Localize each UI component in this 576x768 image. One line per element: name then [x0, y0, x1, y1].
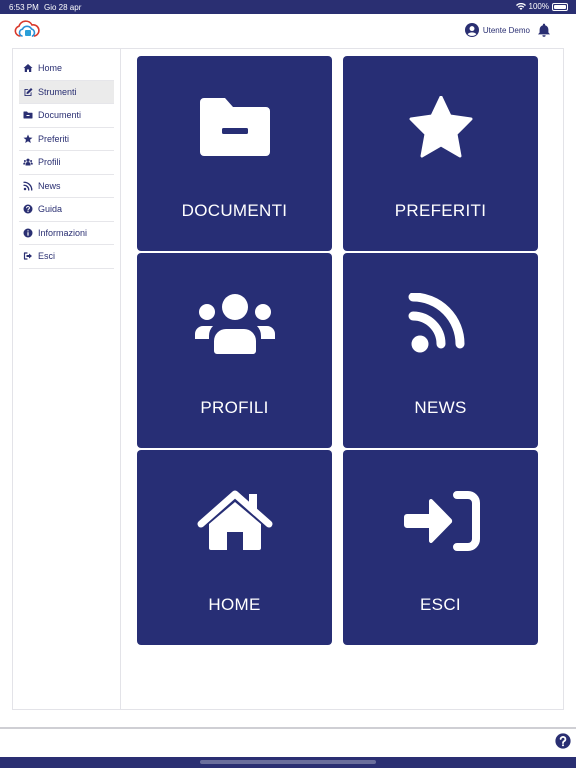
battery-percent: 100%	[528, 2, 549, 11]
status-time: 6:53 PM	[9, 3, 39, 12]
edit-icon	[24, 87, 33, 96]
folder-icon	[23, 111, 33, 119]
sidebar-item-label: Guida	[38, 204, 63, 215]
rss-icon	[408, 293, 464, 353]
sidebar-item-informazioni[interactable]: Informazioni	[19, 222, 114, 245]
tile-label: HOME	[208, 595, 261, 614]
status-date: Gio 28 apr	[44, 3, 82, 12]
tile-label: PREFERITI	[394, 201, 487, 220]
tile-profili[interactable]: PROFILI	[137, 253, 332, 448]
folder-minus-icon	[199, 98, 270, 156]
home-icon	[23, 64, 33, 73]
star-icon	[409, 96, 472, 158]
user-circle-icon	[464, 23, 479, 37]
info-circle-icon	[23, 228, 33, 238]
sign-out-icon	[23, 252, 32, 260]
battery-icon	[552, 2, 568, 11]
sign-in-icon	[403, 491, 480, 551]
tile-label: NEWS	[414, 398, 467, 417]
cloud-logo-icon[interactable]	[14, 20, 40, 40]
sidebar-item-label: Preferiti	[38, 133, 70, 144]
user-name: Utente Demo	[482, 25, 530, 35]
battery-fill	[554, 4, 566, 9]
home-indicator[interactable]	[200, 760, 376, 764]
sidebar-item-profili[interactable]: Profili	[19, 151, 114, 175]
home-icon	[197, 490, 272, 550]
users-icon	[194, 294, 275, 354]
app-header: Utente Demo	[0, 14, 576, 48]
tile-news[interactable]: NEWS	[343, 253, 538, 448]
sidebar-item-home[interactable]: Home	[19, 57, 114, 81]
question-circle-icon[interactable]	[555, 733, 571, 749]
sidebar-item-label: Informazioni	[38, 227, 88, 238]
sidebar-item-esci[interactable]: Esci	[19, 245, 114, 269]
bottom-bar	[0, 757, 576, 768]
sidebar-item-label: Home	[38, 63, 63, 74]
status-right: 100%	[515, 2, 568, 11]
sidebar-item-label: Documenti	[38, 110, 82, 121]
sidebar-item-strumenti[interactable]: Strumenti	[19, 80, 114, 104]
sidebar-item-preferiti[interactable]: Preferiti	[19, 128, 114, 151]
sidebar-item-label: News	[38, 180, 61, 191]
tile-label: DOCUMENTI	[181, 201, 288, 220]
main-frame: Home Strumenti Documenti Preferiti Profi…	[12, 48, 564, 710]
sidebar: Home Strumenti Documenti Preferiti Profi…	[13, 49, 121, 709]
bell-icon[interactable]	[536, 22, 552, 38]
user-menu[interactable]: Utente Demo	[464, 23, 530, 37]
footer-divider	[0, 727, 576, 729]
sidebar-item-documenti[interactable]: Documenti	[19, 104, 114, 128]
wifi-icon	[515, 2, 526, 10]
tile-preferiti[interactable]: PREFERITI	[343, 56, 538, 251]
tile-documenti[interactable]: DOCUMENTI	[137, 56, 332, 251]
star-icon	[23, 134, 33, 143]
tile-label: ESCI	[420, 595, 461, 614]
users-icon	[23, 158, 33, 166]
tile-home[interactable]: HOME	[137, 450, 332, 645]
user-area: Utente Demo	[464, 22, 552, 38]
sidebar-item-label: Strumenti	[38, 86, 77, 97]
tile-label: PROFILI	[200, 398, 269, 417]
status-bar: 6:53 PM Gio 28 apr 100%	[0, 0, 576, 14]
rss-icon	[23, 181, 33, 191]
sidebar-item-news[interactable]: News	[19, 175, 114, 198]
question-circle-icon	[23, 204, 33, 214]
tile-esci[interactable]: ESCI	[343, 450, 538, 645]
sidebar-item-label: Profili	[38, 157, 61, 168]
sidebar-item-guida[interactable]: Guida	[19, 198, 114, 222]
sidebar-item-label: Esci	[38, 251, 56, 262]
